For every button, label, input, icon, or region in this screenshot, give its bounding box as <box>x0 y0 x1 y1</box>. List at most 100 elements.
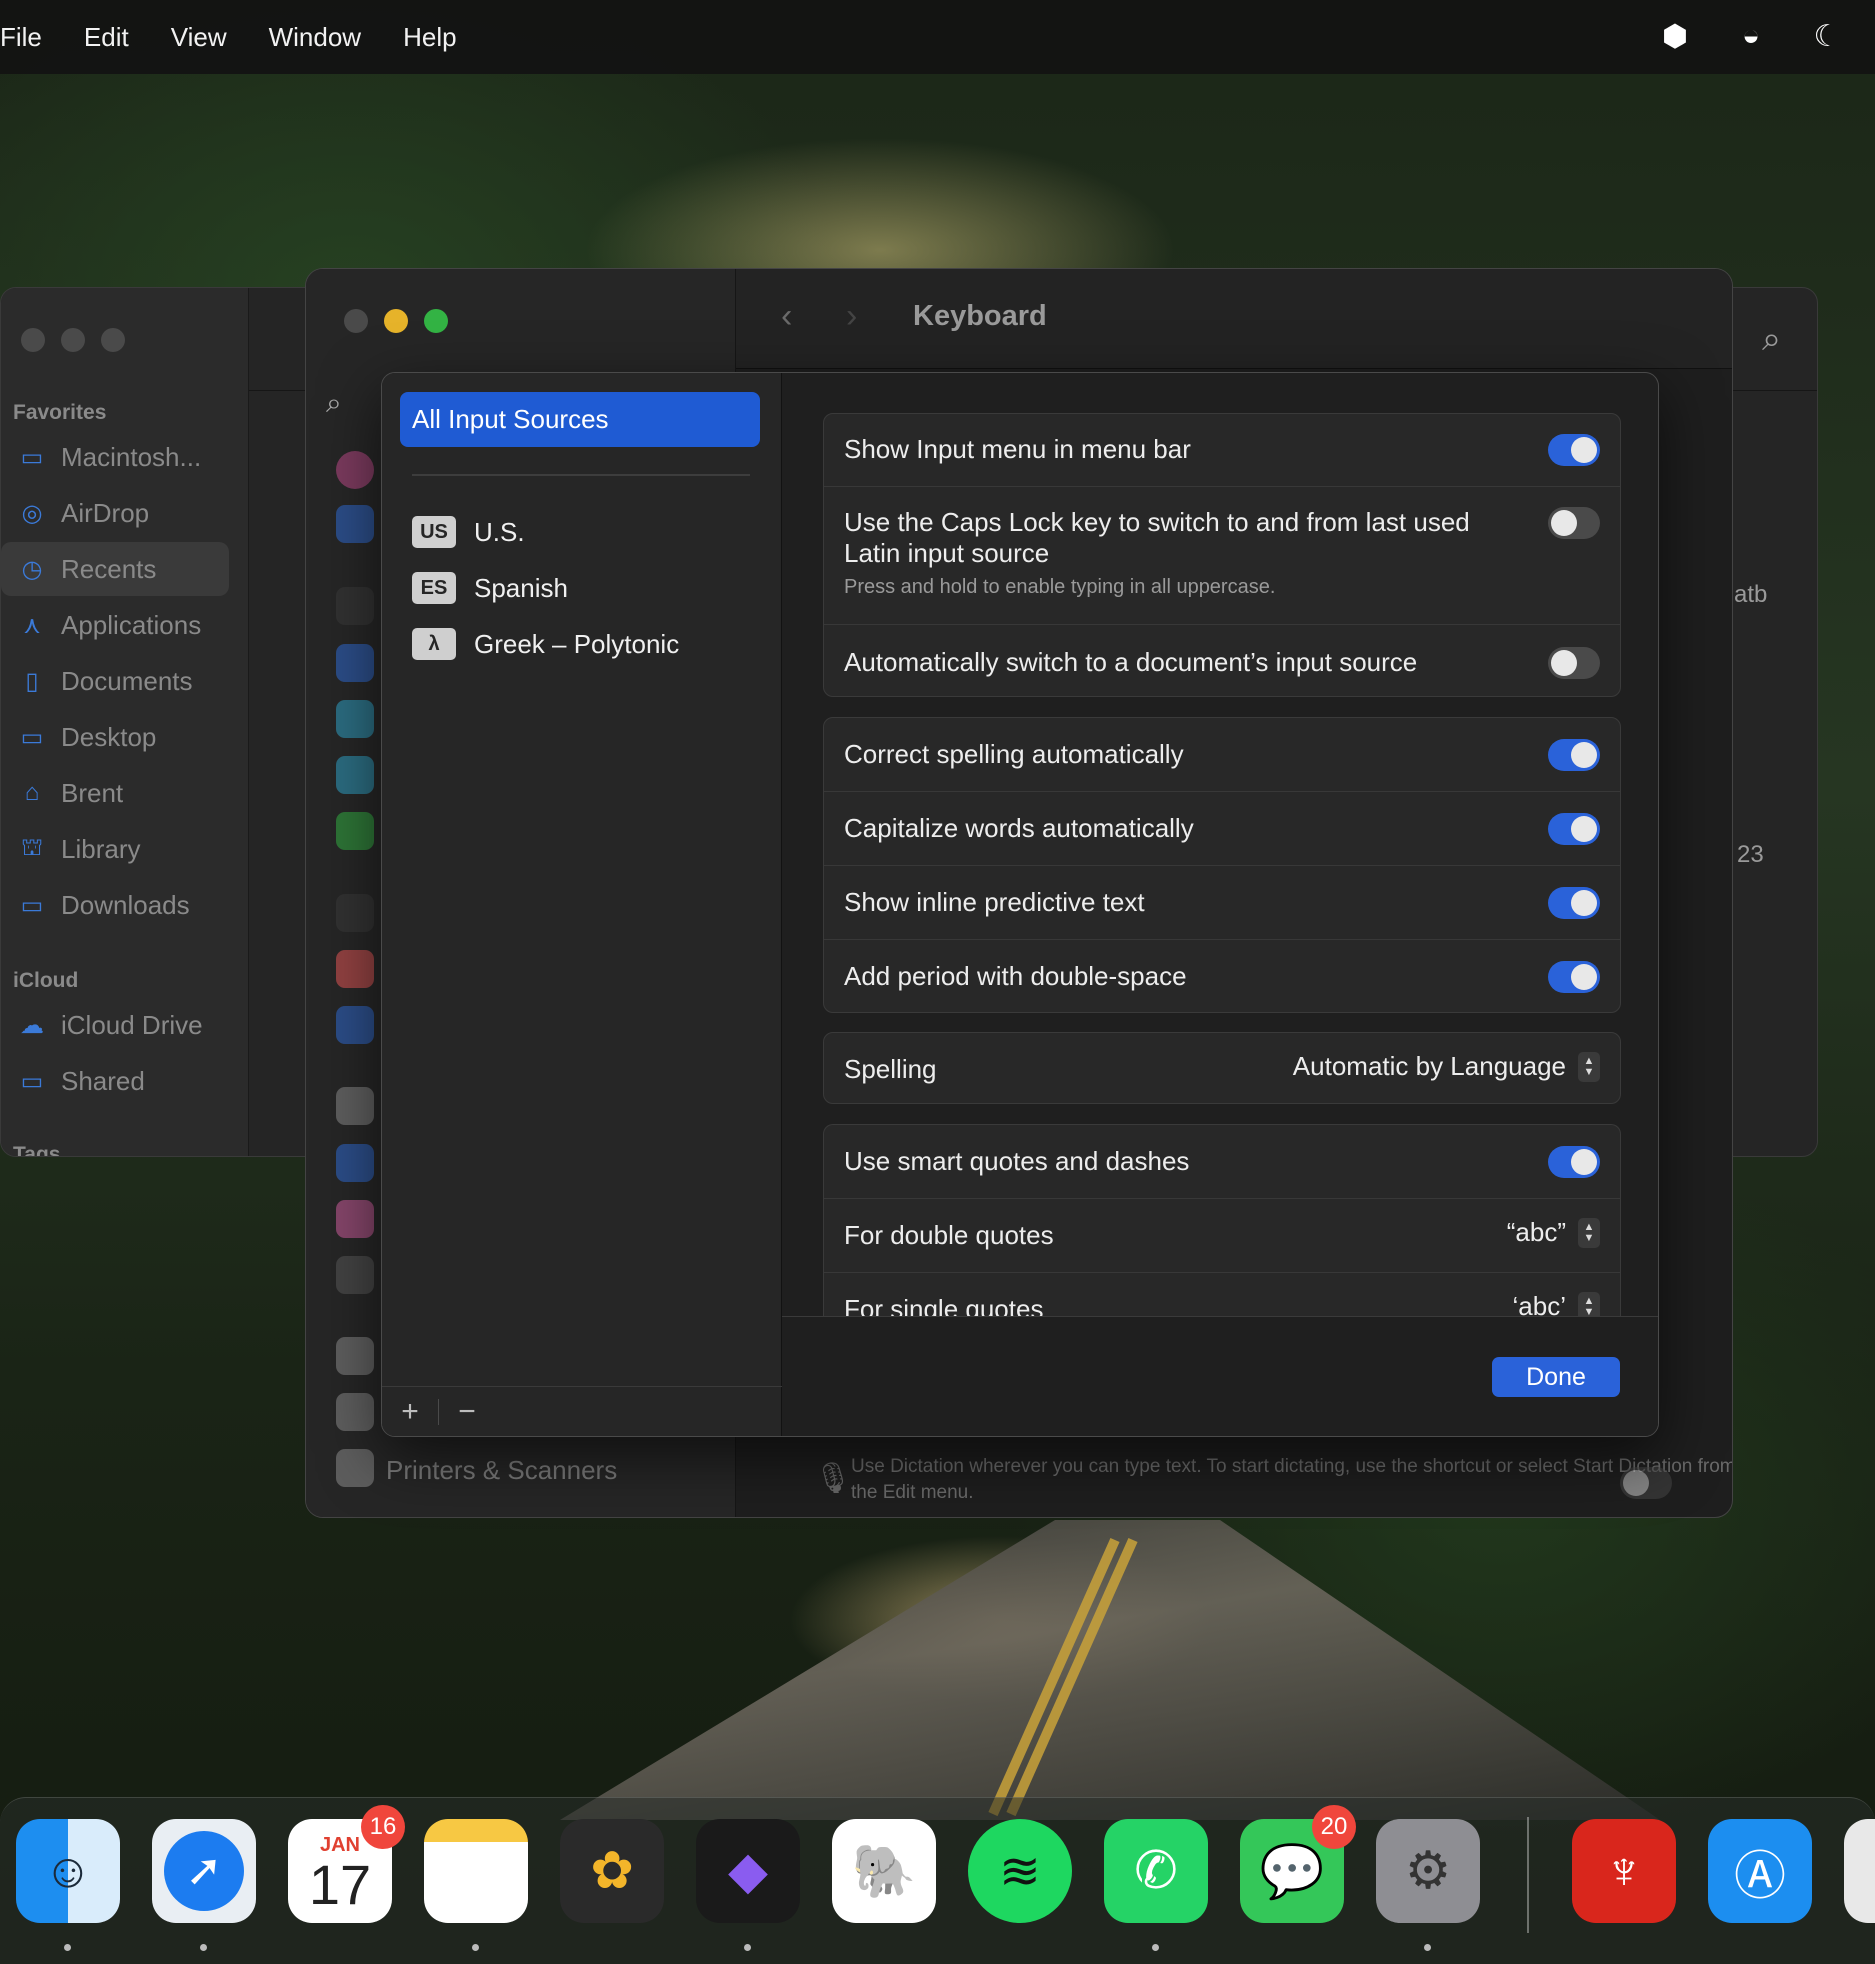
sidebar-item-macintosh[interactable]: ▭ Macintosh... <box>1 430 229 484</box>
period-row: Add period with double-space <box>824 940 1620 1014</box>
remove-source-button[interactable]: − <box>439 1395 495 1429</box>
show-input-menu-toggle[interactable] <box>1548 434 1600 466</box>
running-indicator <box>744 1944 751 1951</box>
spelling-group: Spelling Automatic by Language ▲ ▼ <box>823 1032 1621 1104</box>
wallpaper-icon[interactable] <box>336 756 374 794</box>
trackpad-icon[interactable] <box>336 1393 374 1431</box>
keyboard-icon[interactable] <box>336 1337 374 1375</box>
evernote-app-icon[interactable]: 🐘 <box>832 1819 936 1923</box>
spelling-select[interactable]: Automatic by Language ▲ ▼ <box>1293 1051 1600 1082</box>
sidebar-item-recents[interactable]: ◷ Recents <box>1 542 229 596</box>
back-icon[interactable]: ‹ <box>781 297 792 336</box>
apple-id-icon[interactable] <box>336 451 374 489</box>
minimize-button[interactable] <box>384 309 408 333</box>
input-source-spanish[interactable]: ES Spanish <box>412 568 568 608</box>
passwords-icon[interactable] <box>336 1087 374 1125</box>
spotify-app-icon[interactable]: ≋ <box>968 1819 1072 1923</box>
menu-file[interactable]: File <box>0 22 42 53</box>
clock-icon: ◷ <box>21 555 43 583</box>
whatsapp-app-icon[interactable]: ✆ <box>1104 1819 1208 1923</box>
sidebar-item-icloud-drive[interactable]: ☁ iCloud Drive <box>1 998 229 1052</box>
partial-text: atb <box>1734 581 1768 608</box>
typing-group: Correct spelling automatically Capitaliz… <box>823 717 1621 1013</box>
input-source-greek[interactable]: λ Greek – Polytonic <box>412 624 679 664</box>
chrome-app-icon[interactable] <box>1844 1819 1875 1923</box>
sidebar-item-documents[interactable]: ▯ Documents <box>1 654 229 708</box>
game-center-icon[interactable] <box>336 1200 374 1238</box>
settings-app-icon[interactable]: ⚙ <box>1376 1819 1480 1923</box>
fingerprint-icon[interactable] <box>336 950 374 988</box>
microphone-icon: 🎙 <box>814 1462 853 1495</box>
acrobat-app-icon[interactable]: ♆ <box>1572 1819 1676 1923</box>
forward-icon[interactable]: › <box>846 297 857 336</box>
safari-app-icon[interactable]: ➚ <box>152 1819 256 1923</box>
all-input-sources-item[interactable]: All Input Sources <box>400 392 760 447</box>
shield-extension-icon[interactable]: ⬢ <box>1657 18 1693 54</box>
menu-help[interactable]: Help <box>403 22 456 53</box>
sheet-footer: Done <box>782 1316 1658 1436</box>
inline-predictive-toggle[interactable] <box>1548 887 1600 919</box>
close-button[interactable] <box>21 328 45 352</box>
users-icon[interactable] <box>336 1006 374 1044</box>
sidebar-item-airdrop[interactable]: ◎ AirDrop <box>1 486 229 540</box>
shared-folder-icon: ▭ <box>20 1067 44 1095</box>
app-store-icon[interactable]: Ⓐ <box>1708 1819 1812 1923</box>
search-icon[interactable]: ⌕ <box>1762 320 1781 359</box>
screensaver-icon[interactable] <box>336 700 374 738</box>
close-button[interactable] <box>344 309 368 333</box>
zoom-button[interactable] <box>424 309 448 333</box>
wallet-icon[interactable] <box>336 1256 374 1294</box>
smart-quotes-toggle[interactable] <box>1548 1146 1600 1178</box>
menu-window[interactable]: Window <box>269 22 361 53</box>
hand-icon[interactable] <box>336 505 374 543</box>
internet-accounts-icon[interactable] <box>336 1144 374 1182</box>
correct-spelling-toggle[interactable] <box>1548 739 1600 771</box>
notes-app-icon[interactable] <box>424 1819 528 1923</box>
airdrop-icon: ◎ <box>21 499 43 527</box>
obsidian-app-icon[interactable]: ◆ <box>696 1819 800 1923</box>
section-favorites: Favorites <box>13 401 107 424</box>
add-source-button[interactable]: + <box>382 1395 438 1429</box>
sidebar-item-downloads[interactable]: ▭ Downloads <box>1 878 229 932</box>
butterfly-app-icon[interactable]: ✿ <box>560 1819 664 1923</box>
sidebar-item-brent[interactable]: ⌂ Brent <box>1 766 229 820</box>
home-icon: ⌂ <box>24 779 40 806</box>
page-title: Keyboard <box>913 300 1047 332</box>
battery-icon[interactable] <box>336 812 374 850</box>
brightness-icon[interactable] <box>336 644 374 682</box>
zoom-button[interactable] <box>101 328 125 352</box>
lock-icon[interactable] <box>336 894 374 932</box>
finder-app-icon[interactable]: ☺ <box>16 1819 120 1923</box>
cloud-icon: ☁ <box>20 1011 44 1039</box>
auto-switch-toggle[interactable] <box>1548 647 1600 679</box>
sidebar-item-applications[interactable]: ⋏ Applications <box>1 598 229 652</box>
period-toggle[interactable] <box>1548 961 1600 993</box>
menu-view[interactable]: View <box>171 22 227 53</box>
input-source-us[interactable]: US U.S. <box>412 512 525 552</box>
moon-icon[interactable]: ☾ <box>1809 18 1845 54</box>
capitalize-toggle[interactable] <box>1548 813 1600 845</box>
double-quotes-row: For double quotes “abc” ▲ ▼ <box>824 1199 1620 1273</box>
sidebar-item-printers[interactable]: Printers & Scanners <box>386 1455 617 1486</box>
display-icon[interactable] <box>336 587 374 625</box>
minimize-button[interactable] <box>61 328 85 352</box>
search-icon[interactable]: ⌕ <box>326 387 342 420</box>
updown-icon: ▲ ▼ <box>1578 1051 1600 1082</box>
sync-icon[interactable]: ◒ <box>1733 18 1769 54</box>
input-sources-sheet: All Input Sources US U.S. ES Spanish λ Gree… <box>381 372 1659 1437</box>
running-indicator <box>1424 1944 1431 1951</box>
menu-edit[interactable]: Edit <box>84 22 129 53</box>
sidebar-item-library[interactable]: ⛫ Library <box>1 822 229 876</box>
show-input-menu-row: Show Input menu in menu bar <box>824 414 1620 487</box>
double-quotes-select[interactable]: “abc” ▲ ▼ <box>1507 1217 1600 1248</box>
printer-icon[interactable] <box>336 1449 374 1487</box>
us-flag-badge: US <box>412 516 456 548</box>
dictation-toggle[interactable] <box>1620 1467 1672 1499</box>
drive-icon: ▭ <box>20 443 44 471</box>
wallpaper-road <box>560 1520 1660 1820</box>
sidebar-item-desktop[interactable]: ▭ Desktop <box>1 710 229 764</box>
done-button[interactable]: Done <box>1492 1357 1620 1397</box>
caps-lock-toggle[interactable] <box>1548 507 1600 539</box>
messages-badge: 20 <box>1312 1805 1356 1849</box>
sidebar-item-shared[interactable]: ▭ Shared <box>1 1054 229 1108</box>
